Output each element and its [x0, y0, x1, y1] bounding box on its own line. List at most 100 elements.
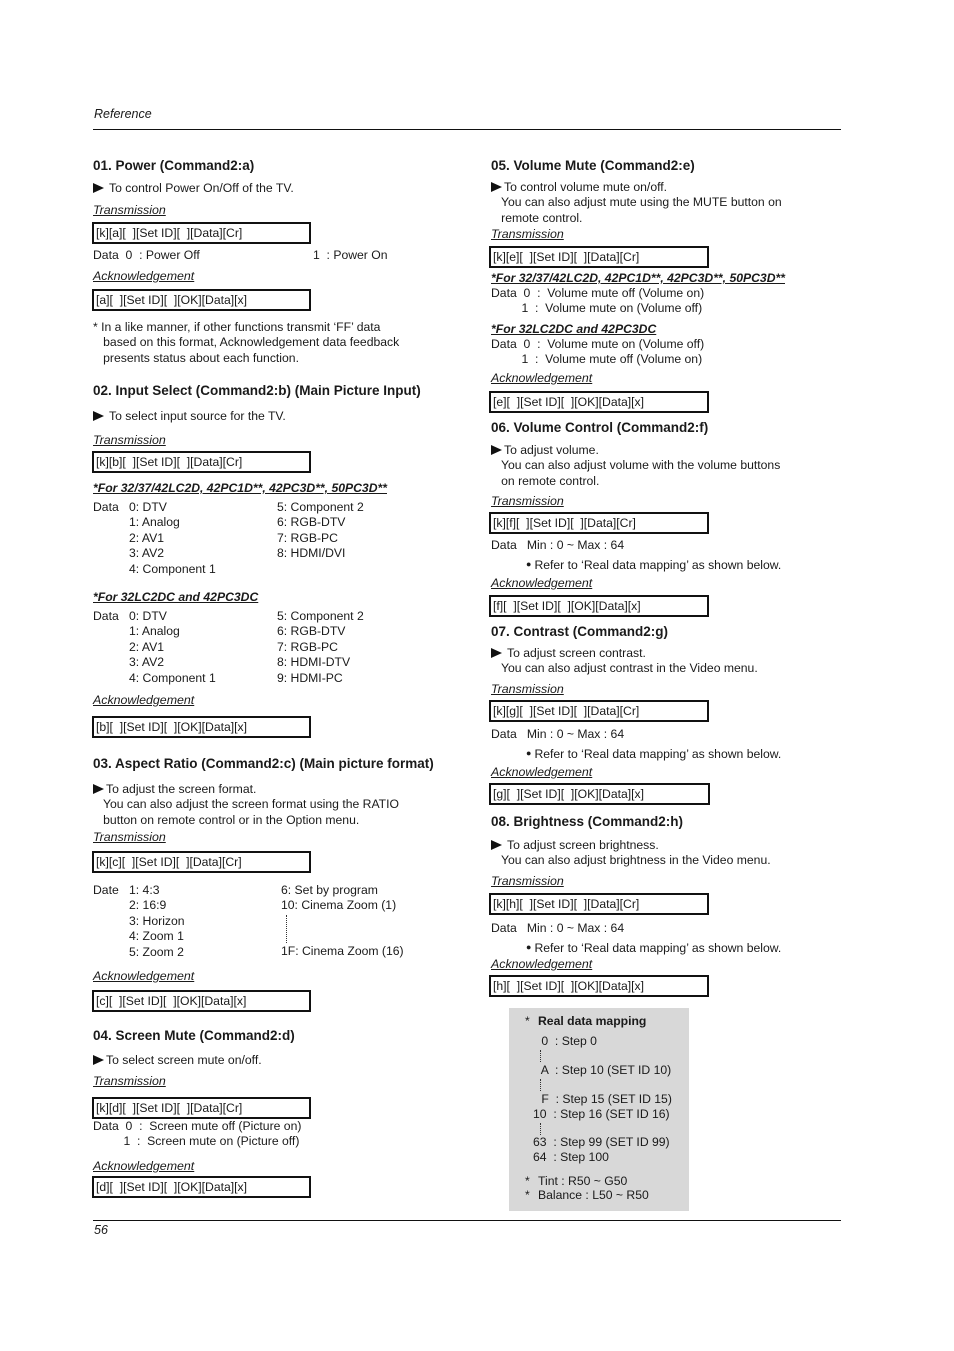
section-title-input-select: 02. Input Select (Command2:b) (Main Pict…	[93, 383, 421, 398]
mapping-title: Real data mapping	[538, 1014, 647, 1028]
section-desc-brightness: To adjust screen brightness. You can als…	[491, 838, 771, 869]
refer-note: ● Refer to ‘Real data mapping’ as shown b…	[526, 557, 781, 573]
transmission-format-box: [k][d][ ][Set ID][ ][Data][Cr]	[92, 1097, 311, 1119]
mapping-row: A : Step 10 (SET ID 10)	[538, 1063, 672, 1077]
transmission-format-box: [k][e][ ][Set ID][ ][Data][Cr]	[489, 246, 709, 268]
arrow-right-icon	[491, 648, 502, 658]
desc-text: To adjust screen brightness. You can als…	[500, 838, 771, 868]
transmission-label: Transmission	[93, 203, 166, 217]
input-list-left: 0: DTV 1: Analog 2: AV1 3: AV2 4: Compon…	[129, 500, 216, 576]
date-label: Date	[93, 883, 119, 897]
model-group-heading: *For 32/37/42LC2D, 42PC1D**, 42PC3D**, 5…	[93, 481, 387, 495]
desc-text: To control volume mute on/off. You can a…	[500, 180, 782, 225]
acknowledgement-label: Acknowledgement	[93, 269, 195, 283]
section-desc-volume-control: To adjust volume. You can also adjust vo…	[491, 443, 780, 489]
footer-divider	[93, 1220, 841, 1221]
transmission-format-box: [k][c][ ][Set ID][ ][Data][Cr]	[92, 851, 311, 873]
section-title-volume-mute: 05. Volume Mute (Command2:e)	[491, 158, 695, 173]
desc-text: To adjust screen contrast. You can also …	[500, 646, 758, 676]
transmission-label: Transmission	[93, 433, 166, 447]
section-title-contrast: 07. Contrast (Command2:g)	[491, 624, 669, 639]
acknowledgement-format-box: [c][ ][Set ID][ ][OK][Data][x]	[92, 990, 311, 1012]
ellipsis-vertical-dots	[540, 1050, 541, 1062]
arrow-right-icon	[93, 1055, 104, 1065]
acknowledgement-label: Acknowledgement	[93, 969, 195, 983]
aspect-list-right-bottom: 1F: Cinema Zoom (16)	[281, 944, 404, 958]
input-list-right: 5: Component 2 6: RGB-DTV 7: RGB-PC 8: H…	[277, 500, 364, 561]
input-list-right: 5: Component 2 6: RGB-DTV 7: RGB-PC 8: H…	[277, 609, 364, 685]
refer-text: Refer to ‘Real data mapping’ as shown be…	[534, 941, 782, 955]
section-title-screen-mute: 04. Screen Mute (Command2:d)	[93, 1028, 295, 1043]
page-number: 56	[94, 1223, 108, 1237]
section-header: Reference	[94, 107, 152, 121]
data-label: Data	[93, 609, 119, 623]
acknowledgement-format-box: [f][ ][Set ID][ ][OK][Data][x]	[489, 595, 709, 617]
acknowledgement-format-box: [g][ ][Set ID][ ][OK][Data][x]	[489, 783, 710, 805]
section-desc-contrast: To adjust screen contrast. You can also …	[491, 646, 758, 677]
transmission-label: Transmission	[93, 830, 166, 844]
section-desc-power: To control Power On/Off of the TV.	[93, 181, 294, 196]
model-group-heading: *For 32/37/42LC2D, 42PC1D**, 42PC3D**, 5…	[491, 271, 785, 285]
model-group-heading: *For 32LC2DC and 42PC3DC	[93, 590, 259, 604]
transmission-label: Transmission	[491, 682, 564, 696]
mapping-row: 10 : Step 16 (SET ID 16)	[533, 1107, 670, 1121]
mapping-row: F : Step 15 (SET ID 15)	[538, 1092, 672, 1106]
acknowledgement-label: Acknowledgement	[491, 371, 593, 385]
refer-note: ● Refer to ‘Real data mapping’ as shown b…	[526, 746, 781, 762]
mapping-row: 63 : Step 99 (SET ID 99)	[533, 1135, 670, 1149]
model-group-heading: *For 32LC2DC and 42PC3DC	[491, 322, 657, 336]
arrow-right-icon	[491, 445, 502, 455]
mapping-tint: Tint : R50 ~ G50	[538, 1174, 628, 1188]
bullet-icon: ●	[526, 559, 532, 569]
transmission-format-box: [k][h][ ][Set ID][ ][Data][Cr]	[489, 893, 709, 915]
header-divider	[93, 129, 841, 130]
arrow-right-icon	[93, 183, 104, 193]
arrow-right-icon	[93, 411, 104, 421]
data-value-1: 1 : Power On	[313, 248, 388, 262]
section-title-power: 01. Power (Command2:a)	[93, 158, 255, 173]
acknowledgement-label: Acknowledgement	[491, 765, 593, 779]
acknowledgement-format-box: [b][ ][Set ID][ ][OK][Data][x]	[92, 716, 311, 738]
transmission-label: Transmission	[491, 227, 564, 241]
desc-text: To adjust volume. You can also adjust vo…	[500, 443, 781, 488]
transmission-format-box: [k][g][ ][Set ID][ ][Data][Cr]	[489, 700, 709, 722]
section-title-aspect-ratio: 03. Aspect Ratio (Command2:c) (Main pict…	[93, 756, 434, 771]
data-label: Data	[93, 500, 119, 514]
arrow-right-icon	[93, 784, 104, 794]
refer-text: Refer to ‘Real data mapping’ as shown be…	[534, 558, 782, 572]
acknowledgement-label: Acknowledgement	[93, 1159, 195, 1173]
desc-text: To control Power On/Off of the TV.	[109, 181, 294, 195]
section-desc-aspect-ratio: To adjust the screen format. You can als…	[93, 782, 399, 828]
ellipsis-vertical-dots	[540, 1123, 541, 1135]
mapping-asterisk: *	[525, 1014, 530, 1028]
volume-mute-data-a: Data 0 : Volume mute off (Volume on) 1 :…	[491, 286, 705, 316]
transmission-format-box: [k][f][ ][Set ID][ ][Data][Cr]	[489, 512, 709, 534]
mapping-row: 64 : Step 100	[533, 1150, 609, 1164]
acknowledgement-format-box: [h][ ][Set ID][ ][OK][Data][x]	[489, 975, 709, 997]
data-range: Data Min : 0 ~ Max : 64	[491, 727, 625, 741]
transmission-label: Transmission	[491, 494, 564, 508]
bullet-icon: ●	[526, 748, 532, 758]
data-range: Data Min : 0 ~ Max : 64	[491, 921, 625, 935]
arrow-right-icon	[491, 182, 502, 192]
acknowledgement-label: Acknowledgement	[491, 957, 593, 971]
transmission-label: Transmission	[93, 1074, 166, 1088]
desc-text: To adjust the screen format. You can als…	[102, 782, 399, 827]
real-data-mapping-panel: * Real data mapping 0 : Step 0 A : Step …	[509, 1008, 689, 1211]
acknowledgement-label: Acknowledgement	[93, 693, 195, 707]
section-desc-screen-mute: To select screen mute on/off.	[93, 1053, 262, 1068]
acknowledgement-format-box: [e][ ][Set ID][ ][OK][Data][x]	[489, 391, 709, 413]
acknowledgement-format-box: [d][ ][Set ID][ ][OK][Data][x]	[92, 1176, 311, 1198]
ellipsis-vertical-dots	[286, 915, 287, 946]
section-desc-volume-mute: To control volume mute on/off. You can a…	[491, 180, 782, 226]
input-list-left: 0: DTV 1: Analog 2: AV1 3: AV2 4: Compon…	[129, 609, 216, 685]
bullet-icon: ●	[526, 942, 532, 952]
section-desc-input-select: To select input source for the TV.	[93, 409, 286, 424]
desc-text: To select screen mute on/off.	[106, 1053, 262, 1067]
transmission-format-box: [k][b][ ][Set ID][ ][Data][Cr]	[92, 451, 311, 473]
mapping-balance: Balance : L50 ~ R50	[538, 1188, 649, 1202]
aspect-list-right-top: 6: Set by program 10: Cinema Zoom (1)	[281, 883, 397, 913]
mapping-asterisk: *	[525, 1188, 530, 1202]
refer-text: Refer to ‘Real data mapping’ as shown be…	[534, 747, 782, 761]
volume-mute-data-b: Data 0 : Volume mute on (Volume off) 1 :…	[491, 337, 705, 367]
